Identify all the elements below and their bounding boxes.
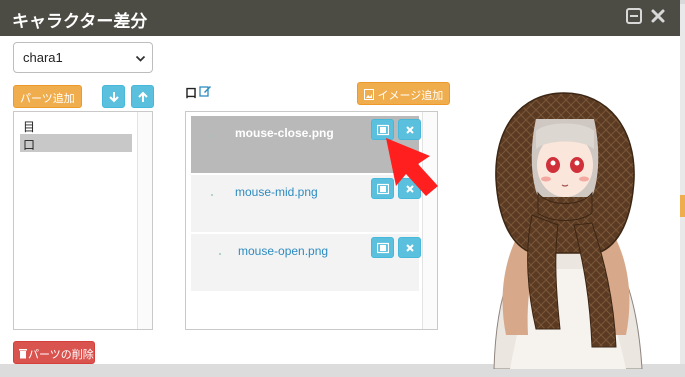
- image-thumbnail: [211, 194, 213, 196]
- close-icon: [406, 244, 414, 252]
- character-select[interactable]: chara1: [13, 42, 153, 73]
- character-illustration: [493, 92, 643, 369]
- image-thumbnail: [211, 135, 213, 137]
- add-part-button[interactable]: パーツ追加: [13, 85, 82, 108]
- add-image-label: イメージ追加: [377, 89, 444, 102]
- trash-icon: [19, 349, 27, 359]
- part-label: 口: [23, 138, 36, 152]
- selected-part-label: 口: [185, 86, 198, 100]
- image-thumbnail: [219, 253, 221, 255]
- edit-icon[interactable]: [199, 84, 212, 102]
- minimize-icon[interactable]: [626, 8, 642, 24]
- dialog-titlebar: キャラクター差分: [0, 0, 680, 36]
- close-icon[interactable]: [650, 8, 666, 24]
- add-image-button[interactable]: イメージ追加: [357, 82, 451, 105]
- parts-list: 目 口: [13, 111, 153, 330]
- remove-image-button[interactable]: [398, 237, 421, 258]
- film-icon: [377, 242, 389, 254]
- part-label: 目: [23, 120, 36, 134]
- delete-part-button[interactable]: パーツの削除: [13, 341, 95, 364]
- background-accent: [680, 195, 685, 217]
- image-file-icon: [364, 89, 374, 100]
- close-icon: [406, 126, 414, 134]
- character-select-value: chara1: [23, 50, 63, 65]
- arrow-down-icon: [109, 92, 119, 103]
- pointer-arrow-annotation: [386, 138, 438, 196]
- delete-part-label: パーツの削除: [28, 348, 94, 361]
- list-item[interactable]: 目: [20, 116, 132, 134]
- arrow-up-icon: [138, 91, 148, 102]
- film-icon: [377, 124, 389, 136]
- dialog-title: キャラクター差分: [12, 12, 148, 32]
- chevron-down-icon: [135, 52, 146, 67]
- image-filename: mouse-open.png: [238, 244, 329, 258]
- scrollbar[interactable]: [137, 112, 152, 329]
- image-row[interactable]: mouse-open.png: [191, 234, 421, 291]
- list-item[interactable]: 口: [20, 134, 132, 152]
- preview-button[interactable]: [371, 237, 394, 258]
- move-part-down-button[interactable]: [102, 85, 125, 108]
- add-part-label: パーツ追加: [20, 92, 75, 105]
- image-filename: mouse-mid.png: [235, 185, 318, 199]
- image-filename: mouse-close.png: [235, 126, 334, 140]
- move-part-up-button[interactable]: [131, 85, 154, 108]
